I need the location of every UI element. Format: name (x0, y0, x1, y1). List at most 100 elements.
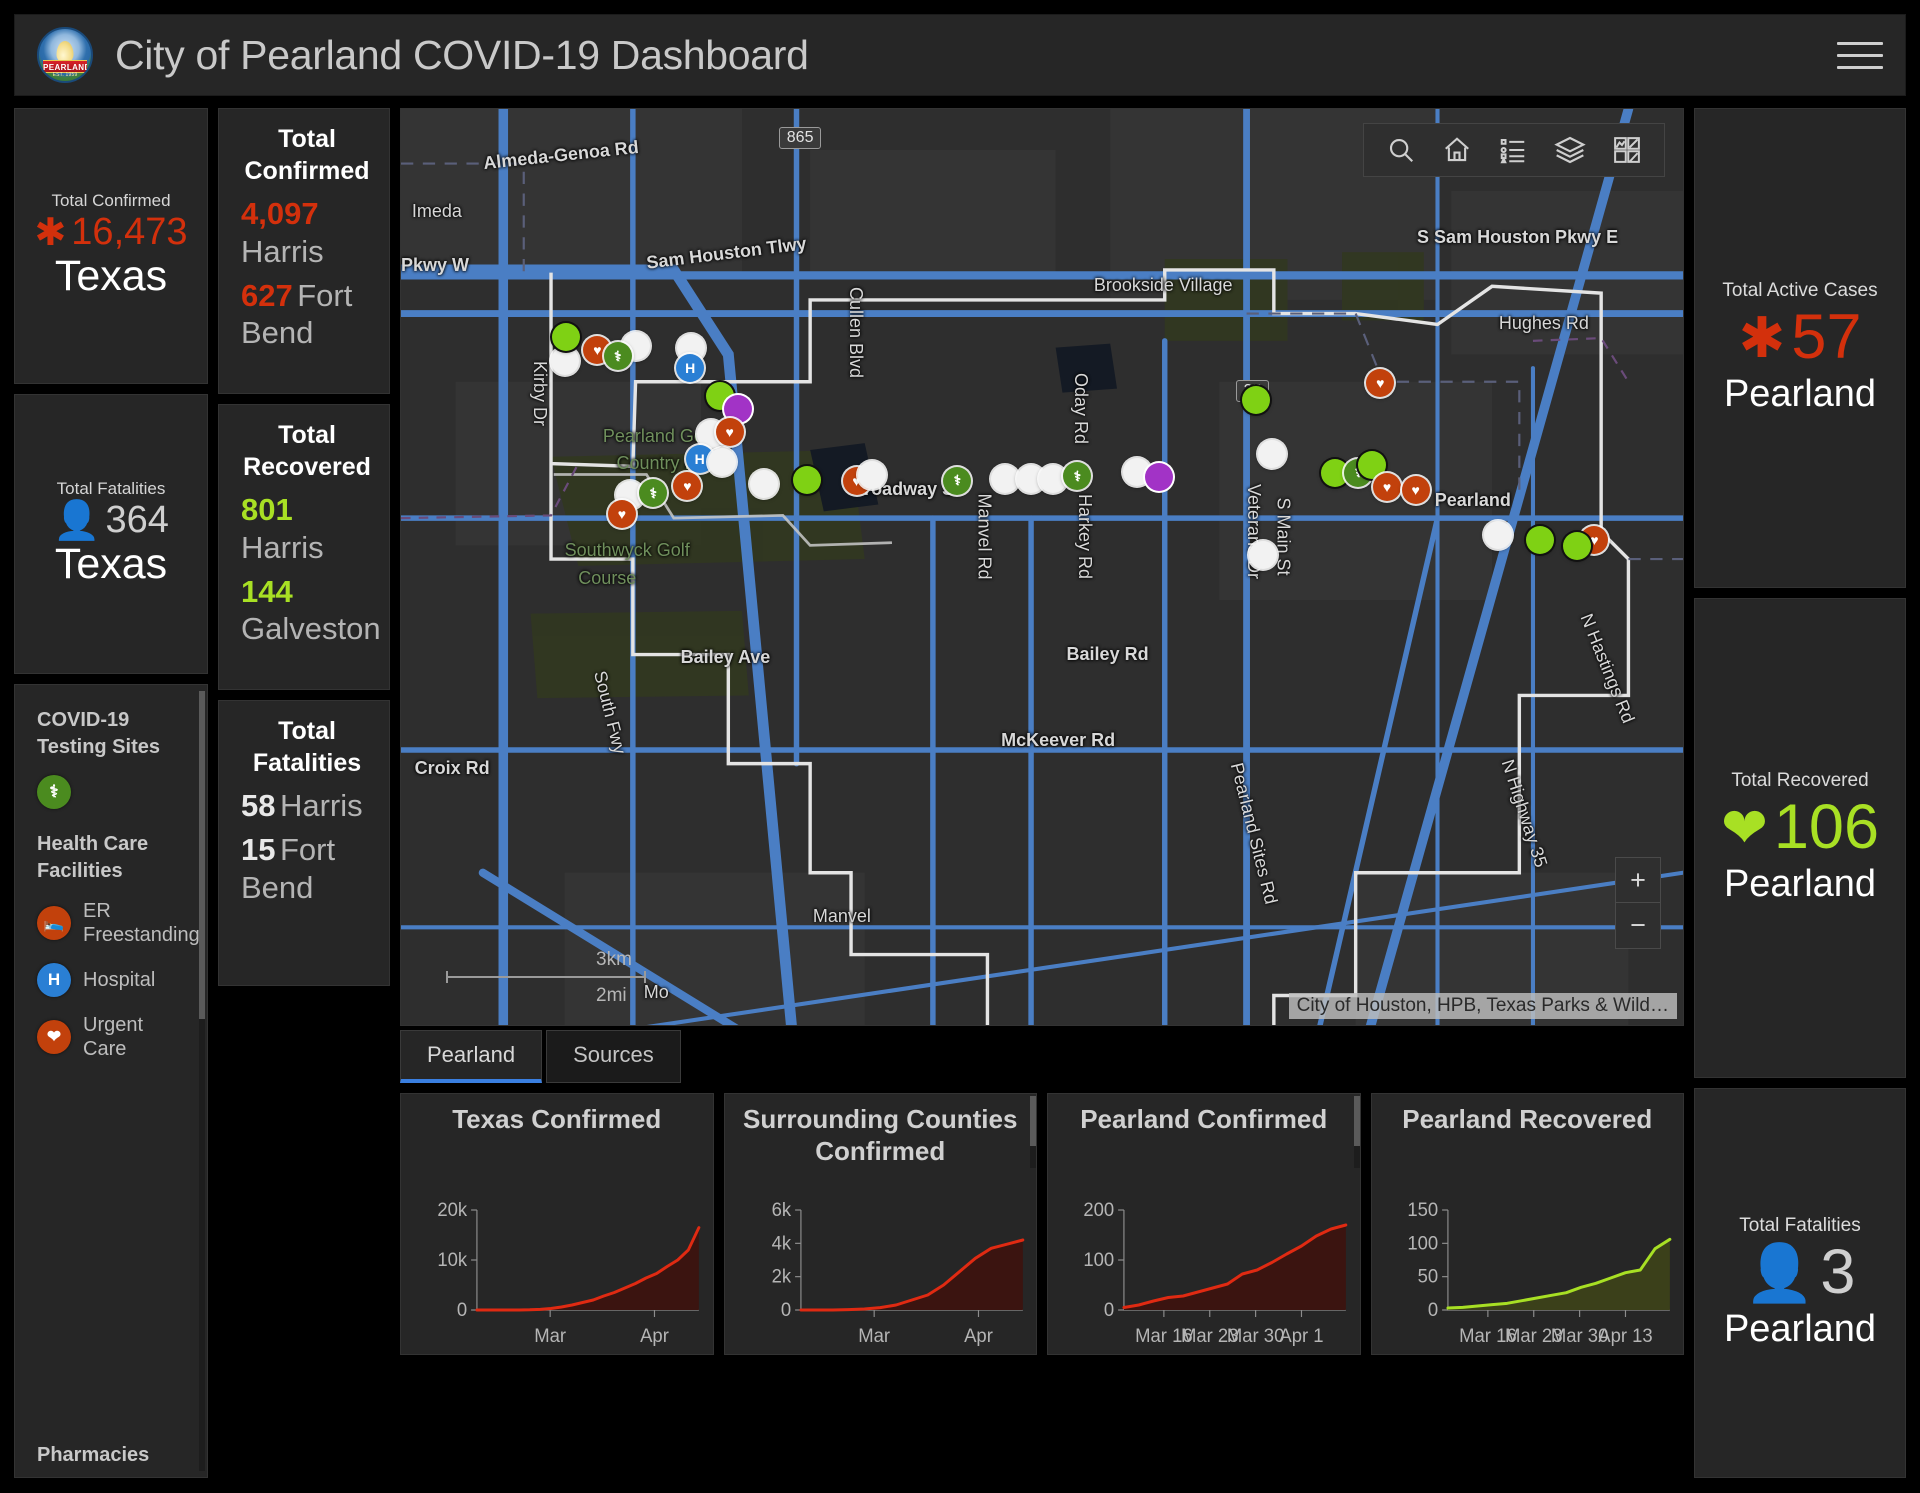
active-cases-label: Total Active Cases (1722, 280, 1878, 301)
map-label: Croix Rd (414, 758, 490, 779)
legend-list-icon[interactable] (1498, 135, 1528, 165)
panel-map-legend: COVID-19 Testing Sites ⚕ Health Care Fac… (14, 684, 208, 1478)
urgent-care-heart-icon: ❤ (37, 1020, 71, 1054)
chart-scrollbar-2[interactable] (1353, 1096, 1360, 1168)
map-marker[interactable] (793, 465, 822, 494)
zoom-out-button[interactable]: − (1616, 903, 1660, 948)
map-marker[interactable] (1525, 526, 1554, 555)
map-marker[interactable]: ♥ (673, 472, 702, 501)
layers-icon[interactable] (1554, 134, 1586, 166)
pearland-fatalities-value: 3 (1820, 1237, 1856, 1307)
svg-text:0: 0 (1427, 1299, 1437, 1320)
map-marker[interactable] (707, 447, 736, 476)
search-icon[interactable] (1386, 135, 1416, 165)
home-icon[interactable] (1442, 135, 1472, 165)
map-marker[interactable]: ♥ (1366, 369, 1395, 398)
chart-scrollbar-1[interactable] (1030, 1096, 1036, 1168)
map-scale-bar: 3km 2mi (446, 949, 646, 1006)
tab-pearland[interactable]: Pearland (400, 1030, 543, 1083)
map-tab-bar[interactable]: Pearland Sources (400, 1030, 1684, 1083)
legend-pharmacies-heading: Pharmacies (37, 1444, 150, 1466)
app-header: PEARLAND EST. 1959 City of Pearland COVI… (14, 14, 1906, 96)
map-marker[interactable]: ♥ (607, 500, 636, 529)
chart-plot-0: 0 10k 20k Mar Apr (437, 1199, 701, 1346)
logo-est-text: EST. 1959 (52, 72, 78, 78)
chart-pearland-recovered: Pearland Recovered 0 50 100 150 Mar 16 Mar 23… (1370, 1093, 1684, 1355)
map-label: Pearland (1434, 489, 1511, 510)
person-icon: 👤 (1744, 1240, 1815, 1304)
panel-pearland-fatalities: Total Fatalities 👤 3 Pearland (1694, 1088, 1906, 1478)
county-recovered-row-2: 144 Galveston (241, 573, 381, 649)
map-marker[interactable]: ⚕ (639, 479, 668, 508)
svg-text:20k: 20k (437, 1199, 467, 1220)
svg-text:Apr 1: Apr 1 (1279, 1325, 1323, 1346)
map-marker[interactable]: ⚕ (603, 342, 632, 371)
map-marker[interactable] (749, 470, 778, 499)
map-label: Course (578, 568, 637, 589)
texas-fatalities-label: Total Fatalities (56, 479, 166, 499)
legend-item-hospital[interactable]: H Hospital (37, 963, 189, 997)
syringe-heart-icon: ⚕ (37, 775, 71, 809)
map-marker[interactable] (1258, 439, 1287, 468)
map-label: Manvel Rd (974, 493, 995, 580)
county-recovered-name-1: Harris (241, 529, 324, 565)
map-marker[interactable] (1483, 520, 1512, 549)
county-fatalities-title: Total Fatalities (252, 717, 362, 777)
map-view[interactable]: Almeda-Genoa Rd 865 Imeda Sam Houston Tlwy S… (400, 108, 1684, 1026)
menu-icon[interactable] (1837, 35, 1883, 75)
county-recovered-name-2: Galveston (241, 611, 381, 647)
map-marker[interactable] (1562, 531, 1591, 560)
county-recovered-row-1: 801 Harris (241, 491, 373, 567)
map-marker[interactable]: ♥ (715, 417, 744, 446)
dashboard-root: PEARLAND EST. 1959 City of Pearland COVI… (0, 0, 1920, 1493)
map-label: Imeda (411, 200, 462, 221)
map-attribution: City of Houston, HPB, Texas Parks & Wild… (1288, 993, 1677, 1019)
map-marker[interactable] (552, 323, 581, 352)
map-marker[interactable]: ⚕ (1063, 462, 1092, 491)
chart-scrollbar-thumb-2[interactable] (1353, 1096, 1360, 1147)
map-marker[interactable]: ♥ (1373, 473, 1402, 502)
map-marker[interactable] (991, 464, 1020, 493)
legend-item-urgent-care[interactable]: ❤ Urgent Care (37, 1013, 189, 1061)
map-marker[interactable] (1248, 540, 1277, 569)
chart-pearland-confirmed: Pearland Confirmed 0 100 200 Mar 16 Mar 23 Ma… (1047, 1093, 1361, 1355)
county-confirmed-row-1: 4,097 Harris (241, 195, 373, 271)
chart-title-2: Pearland Confirmed (1080, 1104, 1328, 1134)
map-toolbar[interactable] (1363, 123, 1665, 177)
panel-county-fatalities: Total Fatalities 58 Harris 15 Fort Bend (218, 700, 390, 986)
county-confirmed-value-1: 4,097 (241, 196, 319, 231)
basemap-gallery-icon[interactable] (1612, 135, 1642, 165)
chart-texas-confirmed: Texas Confirmed 0 10k 20k Mar Apr (400, 1093, 714, 1355)
zoom-in-button[interactable]: + (1616, 858, 1660, 903)
chart-scrollbar-thumb-1[interactable] (1030, 1096, 1036, 1147)
county-confirmed-row-2: 627 Fort Bend (241, 277, 373, 353)
county-fatalities-row-2: 15 Fort Bend (241, 831, 373, 907)
map-marker[interactable]: ⚕ (943, 466, 972, 495)
legend-scrollbar[interactable] (199, 691, 205, 1471)
map-zoom-control[interactable]: + − (1615, 857, 1661, 949)
panel-pearland-recovered: Total Recovered ❤ 106 Pearland (1694, 598, 1906, 1078)
tab-sources[interactable]: Sources (546, 1030, 681, 1083)
chart-plot-3: 050100150Mar 16Mar 23Mar 30Apr 13 (1407, 1199, 1671, 1346)
county-recovered-title: Total Recovered (243, 421, 371, 481)
svg-text:Mar: Mar (534, 1325, 566, 1346)
county-confirmed-value-2: 627 (241, 277, 293, 313)
map-label: Brookside Village (1093, 274, 1233, 295)
legend-item-er[interactable]: 🛌 ER Freestanding (37, 899, 200, 947)
legend-label-urgent-care: Urgent Care (83, 1014, 144, 1060)
map-marker[interactable] (857, 461, 886, 490)
legend-scrollbar-thumb[interactable] (199, 691, 205, 1019)
menu-bar-3 (1837, 65, 1883, 69)
county-fatalities-row-1: 58 Harris (241, 787, 373, 825)
svg-text:100: 100 (1407, 1232, 1438, 1253)
map-marker[interactable]: H (676, 353, 705, 382)
map-marker[interactable] (1145, 463, 1174, 492)
map-marker[interactable] (1242, 386, 1271, 415)
map-marker[interactable]: ♥ (1401, 475, 1430, 504)
county-recovered-value-2: 144 (241, 573, 293, 609)
county-stats-column: Total Confirmed 4,097 Harris 627 Fort Be… (218, 108, 390, 1478)
map-and-charts-column: Almeda-Genoa Rd 865 Imeda Sam Houston Tlwy S… (400, 108, 1684, 1478)
pearland-recovered-label: Total Recovered (1731, 770, 1869, 791)
legend-item-testing[interactable]: ⚕ (37, 775, 189, 809)
svg-text:Mar: Mar (858, 1325, 890, 1346)
